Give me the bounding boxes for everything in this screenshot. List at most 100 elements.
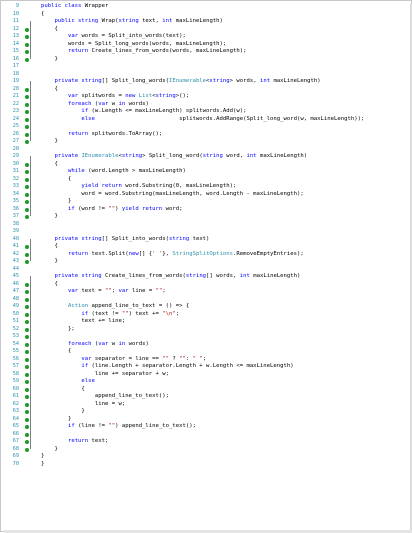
code-line: 40 private string[] Split_into_words(str… — [1, 236, 411, 244]
code-line: 50 if (text != "") text += "\n"; — [1, 311, 411, 319]
coverage-dot-icon — [25, 27, 29, 32]
code-text: private string[] Split_long_words(IEnume… — [41, 78, 320, 86]
keyword-token: string — [121, 153, 143, 159]
keyword-token: var — [98, 100, 112, 107]
code-line: 52 }; — [1, 326, 411, 334]
coverage-dot-icon — [25, 432, 29, 437]
code-token: } — [41, 460, 45, 467]
code-text: { — [41, 386, 84, 394]
keyword-token: while — [67, 168, 89, 174]
line-number: 10 — [12, 10, 19, 17]
code-token: splitwords.ToArray(); — [91, 130, 163, 137]
code-token: Wrapper — [84, 3, 109, 9]
keyword-token: string — [155, 93, 176, 99]
code-line: 62 line = w; — [1, 401, 411, 409]
line-number: 27 — [12, 138, 19, 144]
line-number: 49 — [12, 303, 19, 309]
type-token: IEnumerable — [81, 153, 119, 159]
code-token: text, — [142, 18, 163, 24]
code-line: 16 } — [1, 56, 411, 64]
code-token: [] { — [138, 250, 153, 257]
code-token: ) — [115, 205, 122, 212]
keyword-token: foreach — [67, 100, 95, 107]
code-text: if (w.Length <= maxLineLength) splitword… — [41, 108, 246, 116]
code-text: if (text != "") text += "\n"; — [41, 311, 179, 319]
code-text: } — [41, 416, 71, 424]
keyword-token: string — [209, 78, 230, 84]
code-text: public string Wrap(string text, int maxL… — [41, 18, 222, 26]
code-text: private IEnumerable<string> Split_long_w… — [41, 153, 307, 161]
line-number: 21 — [12, 93, 19, 99]
type-token: List — [138, 93, 153, 99]
keyword-token: if — [81, 108, 92, 114]
code-line: 32 { — [1, 176, 411, 184]
code-line: 68 } — [1, 446, 411, 454]
code-line: 54 foreach (var w in words) — [1, 341, 411, 349]
line-number: 24 — [12, 115, 19, 122]
code-token: words) — [128, 340, 149, 347]
code-token: } — [41, 445, 58, 452]
keyword-token: yield return — [121, 205, 166, 212]
code-token: line += separator + w; — [41, 370, 169, 377]
coverage-dot-icon — [25, 327, 29, 332]
coverage-dot-icon — [25, 290, 29, 294]
coverage-dot-icon — [25, 110, 29, 114]
code-text: return Create_lines_from_words(words, ma… — [41, 48, 247, 56]
line-number: 33 — [12, 183, 19, 189]
code-text: } — [41, 408, 84, 416]
code-token: Create_lines_from_words(words, maxLineLe… — [91, 48, 247, 54]
code-token: maxLineLength) — [253, 273, 301, 279]
code-line: 47 var text = ""; var line = ""; — [1, 288, 411, 296]
line-number: 63 — [12, 408, 19, 414]
code-token: (line.Length + separator.Length + w.Leng… — [91, 363, 294, 369]
code-line: 63 } — [1, 408, 411, 416]
line-number: 58 — [12, 370, 19, 377]
code-text: word = word.Substring(maxLineLength, wor… — [41, 191, 303, 199]
keyword-token: new — [125, 93, 139, 99]
code-text: { — [41, 176, 71, 184]
code-token: separator = line == — [94, 355, 163, 362]
code-token: >(); — [175, 93, 190, 99]
coverage-dot-icon — [25, 102, 29, 107]
code-line: 28 — [1, 146, 411, 154]
line-number: 11 — [12, 18, 19, 24]
coverage-dot-icon — [25, 387, 29, 392]
line-number: 67 — [12, 438, 19, 444]
code-line: 19 private string[] Split_long_words(IEn… — [1, 78, 411, 86]
code-line: 17 — [1, 63, 411, 71]
line-number: 17 — [12, 63, 19, 69]
code-text: text += line; — [41, 318, 125, 326]
code-token: (word != — [78, 205, 109, 212]
keyword-token: if — [67, 205, 79, 212]
coverage-dot-icon — [25, 245, 29, 249]
code-token: (w.Length <= maxLineLength) splitwords.A… — [91, 108, 247, 114]
line-number: 16 — [12, 55, 19, 62]
code-line: 64 } — [1, 416, 411, 424]
code-token: line = — [132, 288, 156, 294]
coverage-dot-icon — [25, 35, 29, 39]
code-text: return splitwords.ToArray(); — [41, 131, 162, 139]
keyword-token: string — [202, 153, 227, 159]
code-line: 33 yield return word.Substring(0, maxLin… — [1, 183, 411, 191]
line-number: 42 — [12, 250, 19, 257]
line-number: 19 — [12, 78, 19, 84]
line-number: 22 — [12, 100, 19, 107]
code-line: 57 if (line.Length + separator.Length + … — [1, 363, 411, 371]
line-number: 50 — [12, 310, 19, 317]
line-number: 54 — [12, 340, 19, 347]
code-token: } — [41, 415, 72, 422]
code-token: ; — [202, 355, 207, 362]
keyword-token: string — [169, 235, 193, 242]
line-number: 35 — [12, 198, 19, 204]
code-text: { — [41, 161, 57, 169]
string-token: "\n" — [162, 310, 176, 317]
